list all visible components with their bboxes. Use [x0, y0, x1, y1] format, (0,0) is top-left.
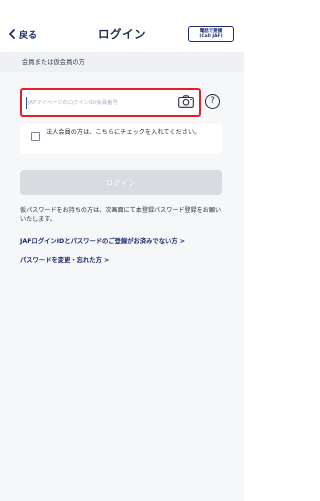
login-id-input[interactable]	[26, 97, 168, 109]
header: 戻る ログイン 電話で要請 (Call JAF)	[0, 0, 244, 52]
camera-icon[interactable]	[178, 95, 194, 108]
section-header: 会員または仮会員の方	[0, 52, 244, 72]
corporate-member-checkbox[interactable]	[31, 132, 40, 141]
login-id-field	[20, 88, 201, 117]
corporate-member-option[interactable]: 法人会員の方は、こちらにチェックを入れてください。	[20, 124, 222, 154]
help-icon[interactable]: ?	[205, 94, 220, 109]
not-registered-link[interactable]: JAFログインIDとパスワードのご登録がお済みでない方 >	[20, 236, 185, 245]
call-jaf-label-line2: (Call JAF)	[199, 34, 223, 39]
login-button[interactable]: ログイン	[20, 170, 222, 195]
temp-password-note: 仮パスワードをお持ちの方は、次画面にて本登録パスワード登録をお願いいたします。	[20, 207, 222, 223]
login-screen: 戻る ログイン 電話で要請 (Call JAF) 会員または仮会員の方 ? 法人…	[0, 0, 244, 501]
corporate-member-label: 法人会員の方は、こちらにチェックを入れてください。	[46, 129, 201, 136]
section-label: 会員または仮会員の方	[22, 59, 85, 66]
call-jaf-button[interactable]: 電話で要請 (Call JAF)	[188, 26, 234, 42]
change-password-link[interactable]: パスワードを変更・忘れた方 >	[20, 255, 109, 264]
